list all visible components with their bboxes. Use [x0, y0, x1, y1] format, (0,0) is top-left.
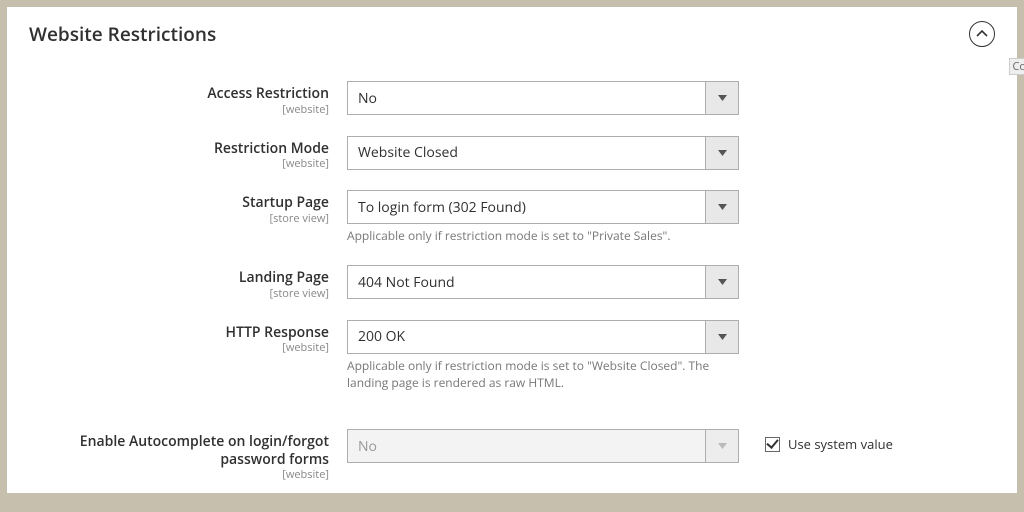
use-system-value-label: Use system value — [788, 435, 893, 453]
select-toggle[interactable] — [705, 320, 739, 354]
caret-down-icon — [718, 204, 727, 210]
cropped-text-fragment: Co — [1009, 58, 1024, 75]
select-toggle[interactable] — [705, 136, 739, 170]
field-control: 404 Not Found — [347, 265, 739, 299]
restriction-mode-select[interactable]: Website Closed — [347, 136, 739, 170]
startup-page-select[interactable]: To login form (302 Found) — [347, 190, 739, 224]
field-label-col: Startup Page [store view] — [17, 190, 347, 225]
access-restriction-select[interactable]: No — [347, 81, 739, 115]
caret-down-icon — [718, 95, 727, 101]
select-value: 404 Not Found — [347, 265, 705, 299]
field-label: Enable Autocomplete on login/forgot pass… — [17, 433, 329, 468]
enable-autocomplete-select: No — [347, 429, 739, 463]
field-hint: Applicable only if restriction mode is s… — [347, 228, 739, 245]
field-label-col: Access Restriction [website] — [17, 81, 347, 116]
field-label-col: Enable Autocomplete on login/forgot pass… — [17, 429, 347, 481]
field-scope: [website] — [17, 341, 329, 354]
select-value: No — [347, 429, 705, 463]
website-restrictions-panel: Website Restrictions Access Restriction … — [6, 6, 1018, 494]
panel-title: Website Restrictions — [29, 21, 216, 47]
field-scope: [website] — [17, 157, 329, 170]
select-value: No — [347, 81, 705, 115]
field-restriction-mode: Restriction Mode [website] Website Close… — [17, 136, 1007, 171]
field-control: Website Closed — [347, 136, 739, 170]
field-enable-autocomplete: Enable Autocomplete on login/forgot pass… — [17, 429, 1007, 481]
field-control: 200 OK Applicable only if restriction mo… — [347, 320, 739, 392]
use-system-value-checkbox[interactable] — [765, 437, 780, 452]
field-label-col: Restriction Mode [website] — [17, 136, 347, 171]
field-scope: [website] — [17, 103, 329, 116]
field-label: Startup Page — [17, 194, 329, 212]
select-value: To login form (302 Found) — [347, 190, 705, 224]
field-label-col: Landing Page [store view] — [17, 265, 347, 300]
field-http-response: HTTP Response [website] 200 OK Applicabl… — [17, 320, 1007, 392]
landing-page-select[interactable]: 404 Not Found — [347, 265, 739, 299]
field-label: Restriction Mode — [17, 140, 329, 158]
field-scope: [website] — [17, 468, 329, 481]
field-label: Landing Page — [17, 269, 329, 287]
field-label: HTTP Response — [17, 324, 329, 342]
use-system-value-wrap: Use system value — [739, 429, 893, 453]
field-hint: Applicable only if restriction mode is s… — [347, 358, 739, 392]
collapse-button[interactable] — [969, 21, 995, 47]
http-response-select[interactable]: 200 OK — [347, 320, 739, 354]
select-toggle[interactable] — [705, 81, 739, 115]
field-startup-page: Startup Page [store view] To login form … — [17, 190, 1007, 245]
select-toggle — [705, 429, 739, 463]
form-area: Access Restriction [website] No Restrict… — [7, 53, 1017, 512]
panel-header: Website Restrictions — [7, 7, 1017, 53]
field-access-restriction: Access Restriction [website] No — [17, 81, 1007, 116]
caret-down-icon — [718, 334, 727, 340]
field-control: To login form (302 Found) Applicable onl… — [347, 190, 739, 245]
select-value: Website Closed — [347, 136, 705, 170]
field-control: No — [347, 429, 739, 463]
field-label-col: HTTP Response [website] — [17, 320, 347, 355]
caret-down-icon — [718, 150, 727, 156]
select-value: 200 OK — [347, 320, 705, 354]
caret-down-icon — [718, 443, 727, 449]
chevron-up-icon — [976, 28, 988, 40]
field-control: No — [347, 81, 739, 115]
select-toggle[interactable] — [705, 190, 739, 224]
field-scope: [store view] — [17, 287, 329, 300]
field-scope: [store view] — [17, 212, 329, 225]
field-label: Access Restriction — [17, 85, 329, 103]
field-landing-page: Landing Page [store view] 404 Not Found — [17, 265, 1007, 300]
caret-down-icon — [718, 279, 727, 285]
select-toggle[interactable] — [705, 265, 739, 299]
